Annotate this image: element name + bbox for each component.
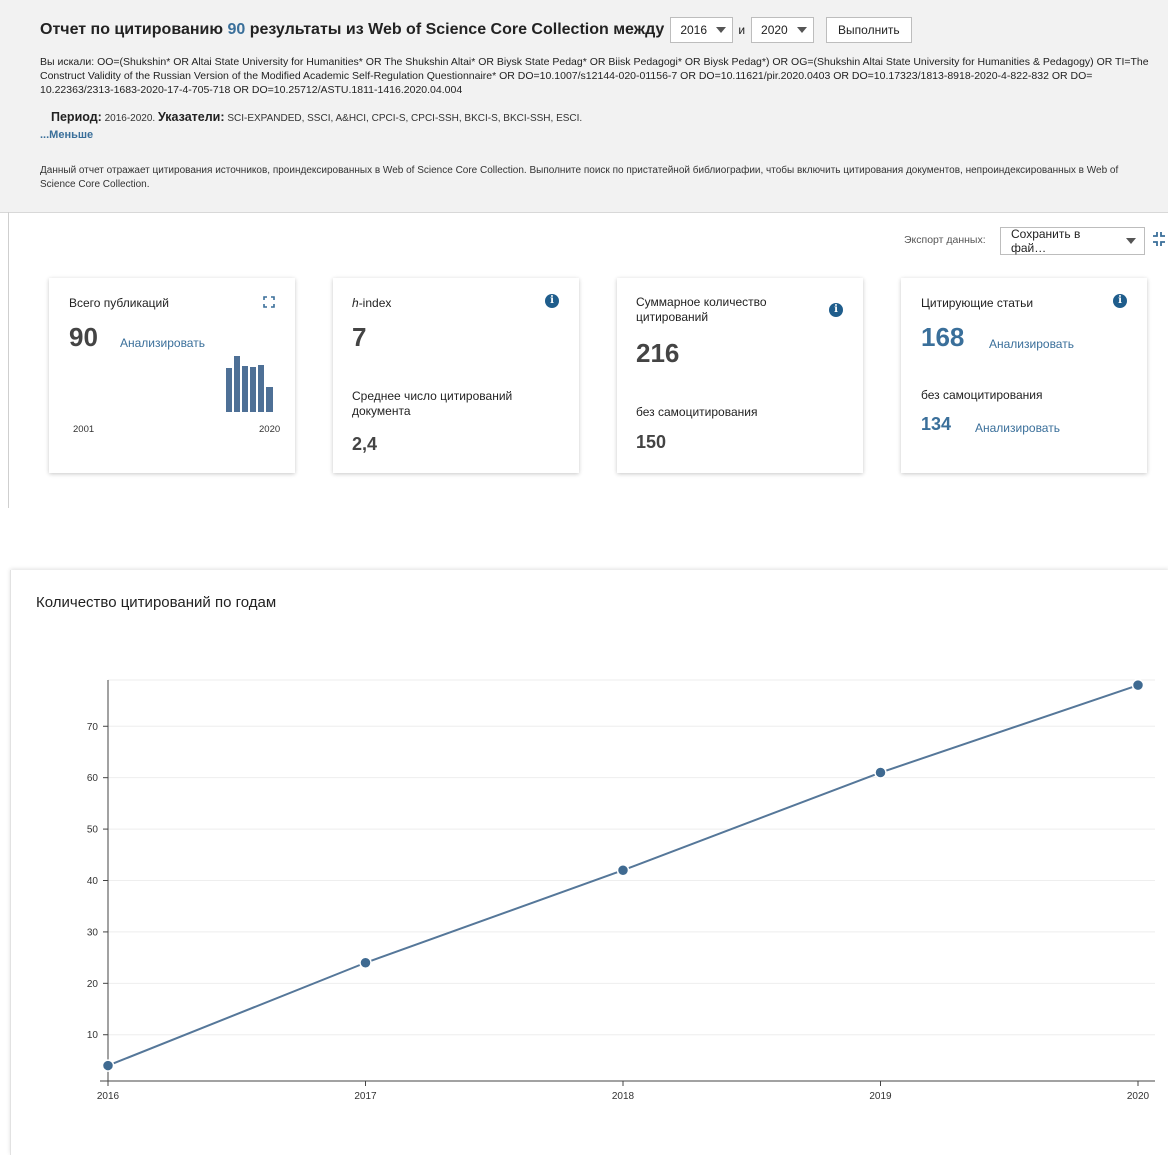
y-tick-label: 60 xyxy=(87,773,99,784)
data-point xyxy=(616,863,630,877)
y-tick-label: 20 xyxy=(87,979,99,990)
x-tick-label: 2020 xyxy=(1127,1091,1150,1102)
x-tick-label: 2018 xyxy=(612,1091,635,1102)
y-tick-label: 40 xyxy=(87,876,99,887)
citations-line-chart: 10 20 30 40 50 60 70 2016 2017 2018 2019 2020 xyxy=(87,678,1155,1102)
y-tick-label: 30 xyxy=(87,927,99,938)
data-point xyxy=(359,956,372,970)
x-tick-label: 2019 xyxy=(869,1091,892,1102)
y-tick-label: 50 xyxy=(87,825,99,836)
x-tick-label: 2017 xyxy=(354,1091,377,1102)
x-tick-label: 2016 xyxy=(97,1091,120,1102)
data-point xyxy=(1131,678,1145,692)
data-point xyxy=(101,1059,115,1072)
y-tick-label: 10 xyxy=(87,1030,99,1041)
data-point xyxy=(874,766,887,779)
y-tick-label: 70 xyxy=(87,722,99,733)
